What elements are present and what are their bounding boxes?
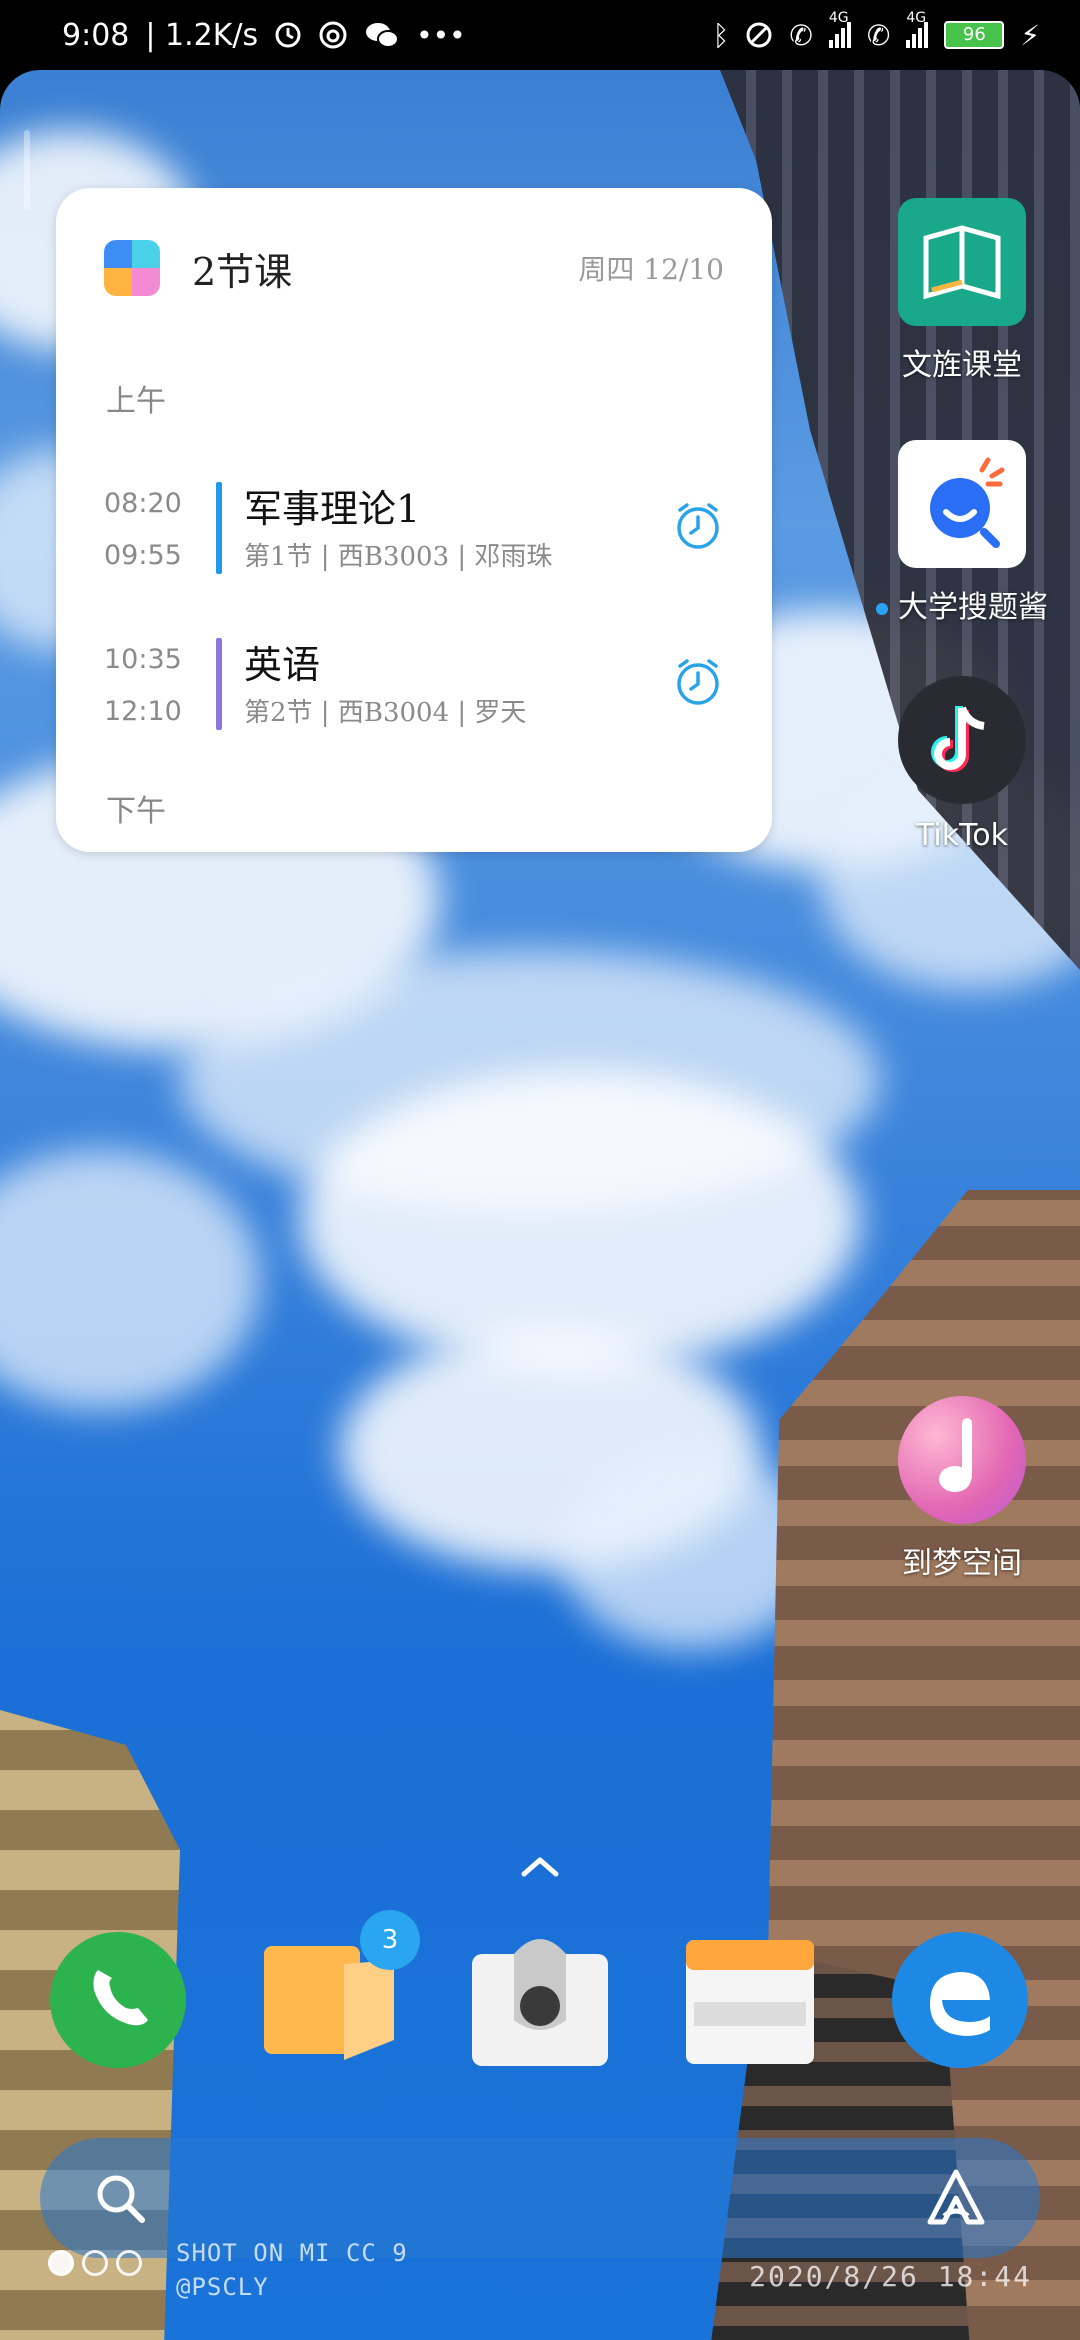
watermark-line1: SHOT ON MI CC 9 [176,2239,408,2267]
app-university-search[interactable]: 大学搜题酱 [872,440,1052,626]
course-start: 10:35 [104,644,182,675]
wifi-call-icon: ✆ [866,18,891,52]
section-morning: 上午 [106,384,166,419]
course-detail: 第1节 | 西B3003 | 邓雨珠 [244,542,553,572]
photo-timestamp: 2020/8/26 18:44 [749,2260,1032,2293]
wifi-call-icon: ✆ [789,18,813,52]
course-name: 英语 [244,643,321,687]
schedule-app-logo [104,240,160,296]
app-label-text: 大学搜题酱 [898,590,1048,625]
book-icon [898,198,1026,326]
app-label: 到梦空间 [902,1546,1022,1581]
edge-browser-icon [892,1932,1028,2068]
wechat-icon [366,23,400,48]
status-bar: 9:08 | 1.2K/s ••• ᛒ ✆ 4G ✆ 4G 96 ⚡ [0,0,1080,70]
signal-4g-icon: 4G [828,10,851,48]
notes-app-button[interactable]: 3 [260,1910,420,2070]
mute-icon [746,22,772,48]
edge-browser-button[interactable] [890,1930,1030,2070]
section-afternoon: 下午 [106,794,166,829]
netease-music-icon [319,21,347,49]
more-dots-icon: ••• [416,18,466,52]
watermark-line2: @PSCLY [176,2273,269,2301]
widget-header: 2节课 周四 12/10 [104,238,724,298]
course-times: 10:35 12:10 [104,634,184,738]
new-install-dot [876,602,888,615]
page-dot [116,2250,142,2276]
network-speed: | 1.2K/s [145,17,259,53]
app-wenjing-classroom[interactable]: 文旌课堂 [872,198,1052,384]
music-note-icon [898,1396,1026,1524]
course-color-bar [216,638,222,730]
camera-app-button[interactable] [470,1930,610,2070]
clock-icon [275,22,301,48]
course-times: 08:20 09:55 [104,478,184,582]
battery-indicator: 96 [944,21,1005,49]
camera-icon [472,1939,608,2066]
wallet-app-button[interactable] [680,1930,820,2070]
alarm-clock-icon[interactable] [672,656,724,708]
alarm-clock-icon[interactable] [672,500,724,552]
scroll-indicator [24,130,30,210]
app-label: TikTok [915,818,1009,853]
home-screen: 9:08 | 1.2K/s ••• ᛒ ✆ 4G ✆ 4G 96 ⚡ 2节课 周… [0,0,1080,2340]
widget-date: 周四 12/10 [578,253,724,286]
search-icon[interactable] [92,2170,148,2226]
page-dot [48,2250,74,2276]
camera-watermark: SHOT ON MI CC 9 @PSCLY [176,2236,408,2304]
course-detail: 第2节 | 西B3004 | 罗天 [244,698,527,728]
chevron-up-icon[interactable] [516,1850,564,1880]
page-dot [82,2250,108,2276]
assistant-icon[interactable] [924,2166,988,2230]
app-tiktok[interactable]: TikTok [872,676,1052,853]
wallet-icon [686,1940,814,2064]
network-type-label: 4G [828,10,849,26]
phone-app-button[interactable] [48,1930,188,2070]
app-label: 文旌课堂 [902,348,1022,383]
charging-bolt-icon: ⚡ [1020,18,1040,52]
app-daomeng-space[interactable]: 到梦空间 [872,1396,1052,1582]
search-chat-icon [898,440,1026,568]
course-name: 军事理论1 [244,487,421,531]
network-type-label: 4G [906,10,927,26]
class-schedule-widget[interactable]: 2节课 周四 12/10 上午 08:20 09:55 军事理论1 第1节 | … [56,188,772,852]
notification-badge: 3 [360,1910,420,1970]
phone-icon [50,1932,186,2068]
course-item[interactable]: 10:35 12:10 英语 第2节 | 西B3004 | 罗天 [104,634,724,734]
course-end: 12:10 [104,696,182,727]
signal-4g-icon: 4G [906,10,929,48]
page-indicator [48,2250,142,2276]
widget-title: 2节课 [192,249,293,294]
course-color-bar [216,482,222,574]
course-start: 08:20 [104,488,182,519]
status-time: 9:08 [62,17,130,53]
tiktok-icon [898,676,1026,804]
course-item[interactable]: 08:20 09:55 军事理论1 第1节 | 西B3003 | 邓雨珠 [104,478,724,578]
app-label: 大学搜题酱 [872,582,1052,626]
course-end: 09:55 [104,540,182,571]
bluetooth-icon: ᛒ [712,18,730,52]
